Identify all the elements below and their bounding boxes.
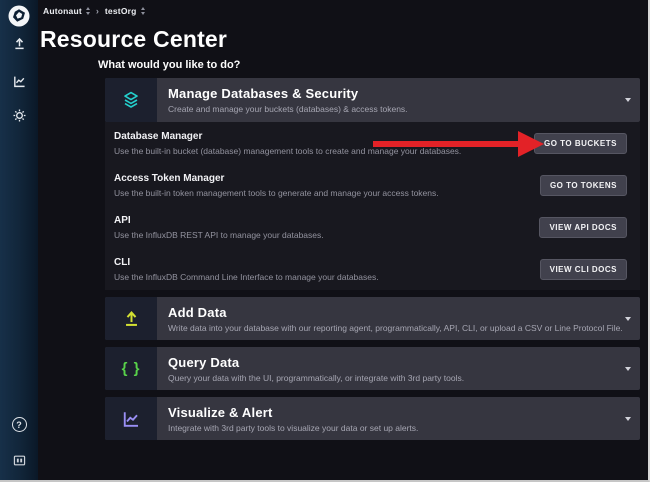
card-manage-databases-header[interactable]: Manage Databases & Security Create and m… — [105, 78, 640, 122]
sidebar: ? — [0, 0, 38, 480]
row-access-token-manager: Access Token Manager Use the built-in to… — [105, 164, 640, 206]
card-title: Add Data — [168, 305, 640, 320]
chevron-down-icon — [625, 317, 631, 321]
project-name: testOrg — [105, 6, 137, 16]
go-to-tokens-button[interactable]: GO TO TOKENS — [540, 175, 627, 196]
row-description: Use the InfluxDB REST API to manage your… — [114, 230, 324, 240]
row-description: Use the built-in bucket (database) manag… — [114, 146, 461, 156]
help-icon[interactable]: ? — [0, 417, 38, 432]
switcher-caret-icon — [86, 7, 90, 15]
org-name: Autonaut — [43, 6, 82, 16]
breadcrumb-org-switcher[interactable]: Autonaut — [43, 6, 90, 16]
resource-cards: Manage Databases & Security Create and m… — [105, 78, 640, 440]
graph-icon[interactable] — [0, 74, 38, 89]
card-subtitle: Query your data with the UI, programmati… — [168, 373, 640, 383]
card-visualize-alert[interactable]: Visualize & Alert Integrate with 3rd par… — [105, 397, 640, 440]
card-title: Query Data — [168, 355, 640, 370]
question-heading: What would you like to do? — [98, 59, 240, 71]
row-title: Database Manager — [114, 131, 461, 142]
influxdb-logo[interactable] — [0, 5, 38, 27]
org-icon[interactable] — [0, 453, 38, 468]
row-title: CLI — [114, 257, 379, 268]
breadcrumb-project-switcher[interactable]: testOrg — [105, 6, 145, 16]
row-database-manager: Database Manager Use the built-in bucket… — [105, 122, 640, 164]
app-window: ? Autonaut › testOrg Resource Center Wha… — [0, 0, 650, 482]
switcher-caret-icon — [141, 7, 145, 15]
card-title: Visualize & Alert — [168, 405, 640, 420]
chevron-down-icon — [625, 417, 631, 421]
card-add-data[interactable]: Add Data Write data into your database w… — [105, 297, 640, 340]
card-subtitle: Write data into your database with our r… — [168, 323, 640, 333]
card-query-data[interactable]: { } Query Data Query your data with the … — [105, 347, 640, 390]
card-subtitle: Integrate with 3rd party tools to visual… — [168, 423, 640, 433]
chevron-down-icon — [625, 98, 631, 102]
card-subtitle: Create and manage your buckets (database… — [168, 104, 640, 114]
question-mark: ? — [12, 417, 27, 432]
row-description: Use the built-in token management tools … — [114, 188, 439, 198]
chevron-down-icon — [625, 367, 631, 371]
layers-icon — [105, 78, 157, 122]
breadcrumb-separator: › — [96, 6, 99, 16]
gear-icon[interactable] — [0, 108, 38, 123]
view-cli-docs-button[interactable]: VIEW CLI DOCS — [540, 259, 627, 280]
line-chart-icon — [105, 397, 157, 440]
upload-icon — [105, 297, 157, 340]
row-title: API — [114, 215, 324, 226]
card-title: Manage Databases & Security — [168, 86, 640, 101]
view-api-docs-button[interactable]: VIEW API DOCS — [539, 217, 627, 238]
card-manage-databases: Manage Databases & Security Create and m… — [105, 78, 640, 290]
breadcrumb: Autonaut › testOrg — [43, 6, 145, 16]
card-manage-databases-body: Database Manager Use the built-in bucket… — [105, 122, 640, 290]
page-title: Resource Center — [40, 26, 227, 53]
row-description: Use the InfluxDB Command Line Interface … — [114, 272, 379, 282]
row-title: Access Token Manager — [114, 173, 439, 184]
row-cli: CLI Use the InfluxDB Command Line Interf… — [105, 248, 640, 290]
row-api: API Use the InfluxDB REST API to manage … — [105, 206, 640, 248]
upload-icon[interactable] — [0, 36, 38, 51]
go-to-buckets-button[interactable]: GO TO BUCKETS — [534, 133, 627, 154]
braces-icon: { } — [105, 347, 157, 390]
